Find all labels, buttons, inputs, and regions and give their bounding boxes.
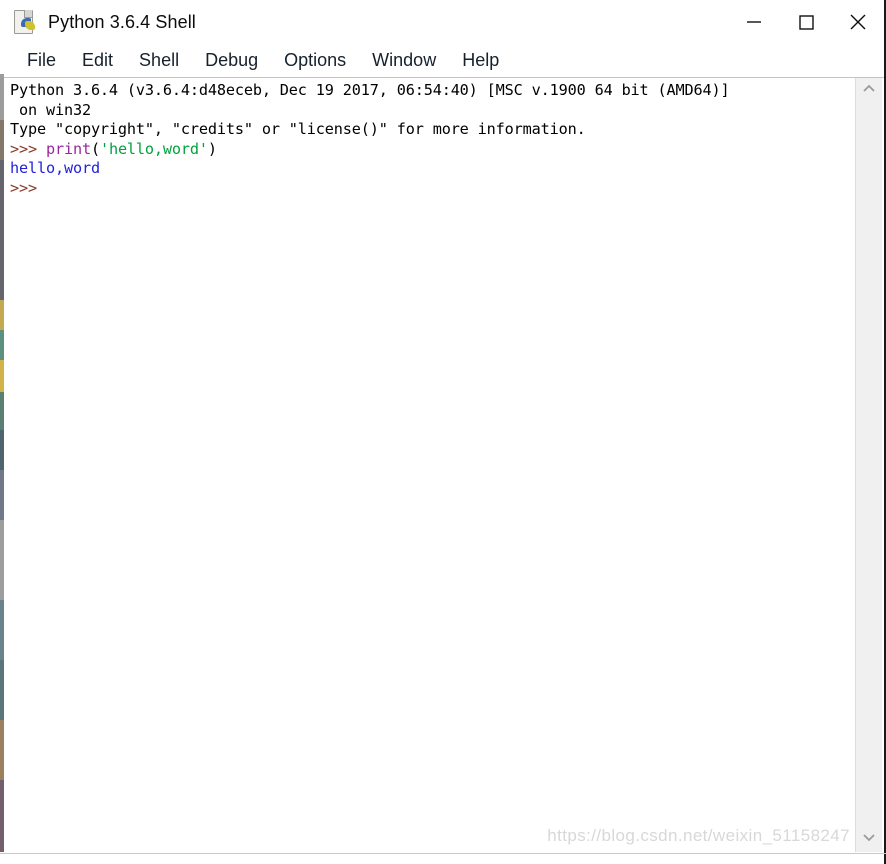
shell-text-area[interactable]: Python 3.6.4 (v3.6.4:d48eceb, Dec 19 201… [4,78,855,852]
window-controls [728,0,884,44]
window-title: Python 3.6.4 Shell [48,11,196,32]
scrollbar-up-button[interactable] [856,80,882,102]
python-idle-icon [12,9,38,35]
title-bar: Python 3.6.4 Shell [4,0,884,44]
scrollbar-down-button[interactable] [856,828,882,850]
menu-item-options[interactable]: Options [271,50,359,71]
shell-token-prompt: >>> [10,139,46,158]
chevron-up-icon [861,82,877,100]
shell-token-plain: Python 3.6.4 (v3.6.4:d48eceb, Dec 19 201… [10,81,730,99]
idle-shell-window: Python 3.6.4 Shell File Edit Shell Debug… [0,0,886,864]
shell-token-plain: ) [207,139,217,158]
chevron-down-icon [861,830,877,848]
shell-token-plain: ( [90,139,100,158]
watermark: https://blog.csdn.net/weixin_51158247 [547,826,850,845]
window-bottom-border [0,853,886,854]
scrollbar-track[interactable] [856,102,882,828]
shell-token-plain: Type "copyright", "credits" or "license(… [10,120,586,139]
menu-item-edit[interactable]: Edit [69,50,126,71]
menu-item-file[interactable]: File [14,50,69,71]
maximize-button[interactable] [780,0,832,44]
minimize-button[interactable] [728,0,780,44]
menu-item-help[interactable]: Help [449,50,512,71]
shell-output: Python 3.6.4 (v3.6.4:d48eceb, Dec 19 201… [10,81,855,199]
menu-bar: File Edit Shell Debug Options Window Hel… [4,44,884,76]
shell-token-output: hello,word [10,159,100,178]
close-button[interactable] [832,0,884,44]
maximize-icon [795,11,817,33]
vertical-scrollbar[interactable] [855,78,882,852]
close-icon [846,10,870,34]
shell-token-prompt: >>> [10,178,46,197]
menu-item-window[interactable]: Window [359,50,449,71]
menu-item-debug[interactable]: Debug [192,50,271,71]
shell-token-string: 'hello,word' [99,139,208,158]
shell-token-plain: on win32 [10,100,91,119]
shell-token-keyword: print [45,139,91,158]
menu-item-shell[interactable]: Shell [126,50,192,71]
minimize-icon [743,11,765,33]
